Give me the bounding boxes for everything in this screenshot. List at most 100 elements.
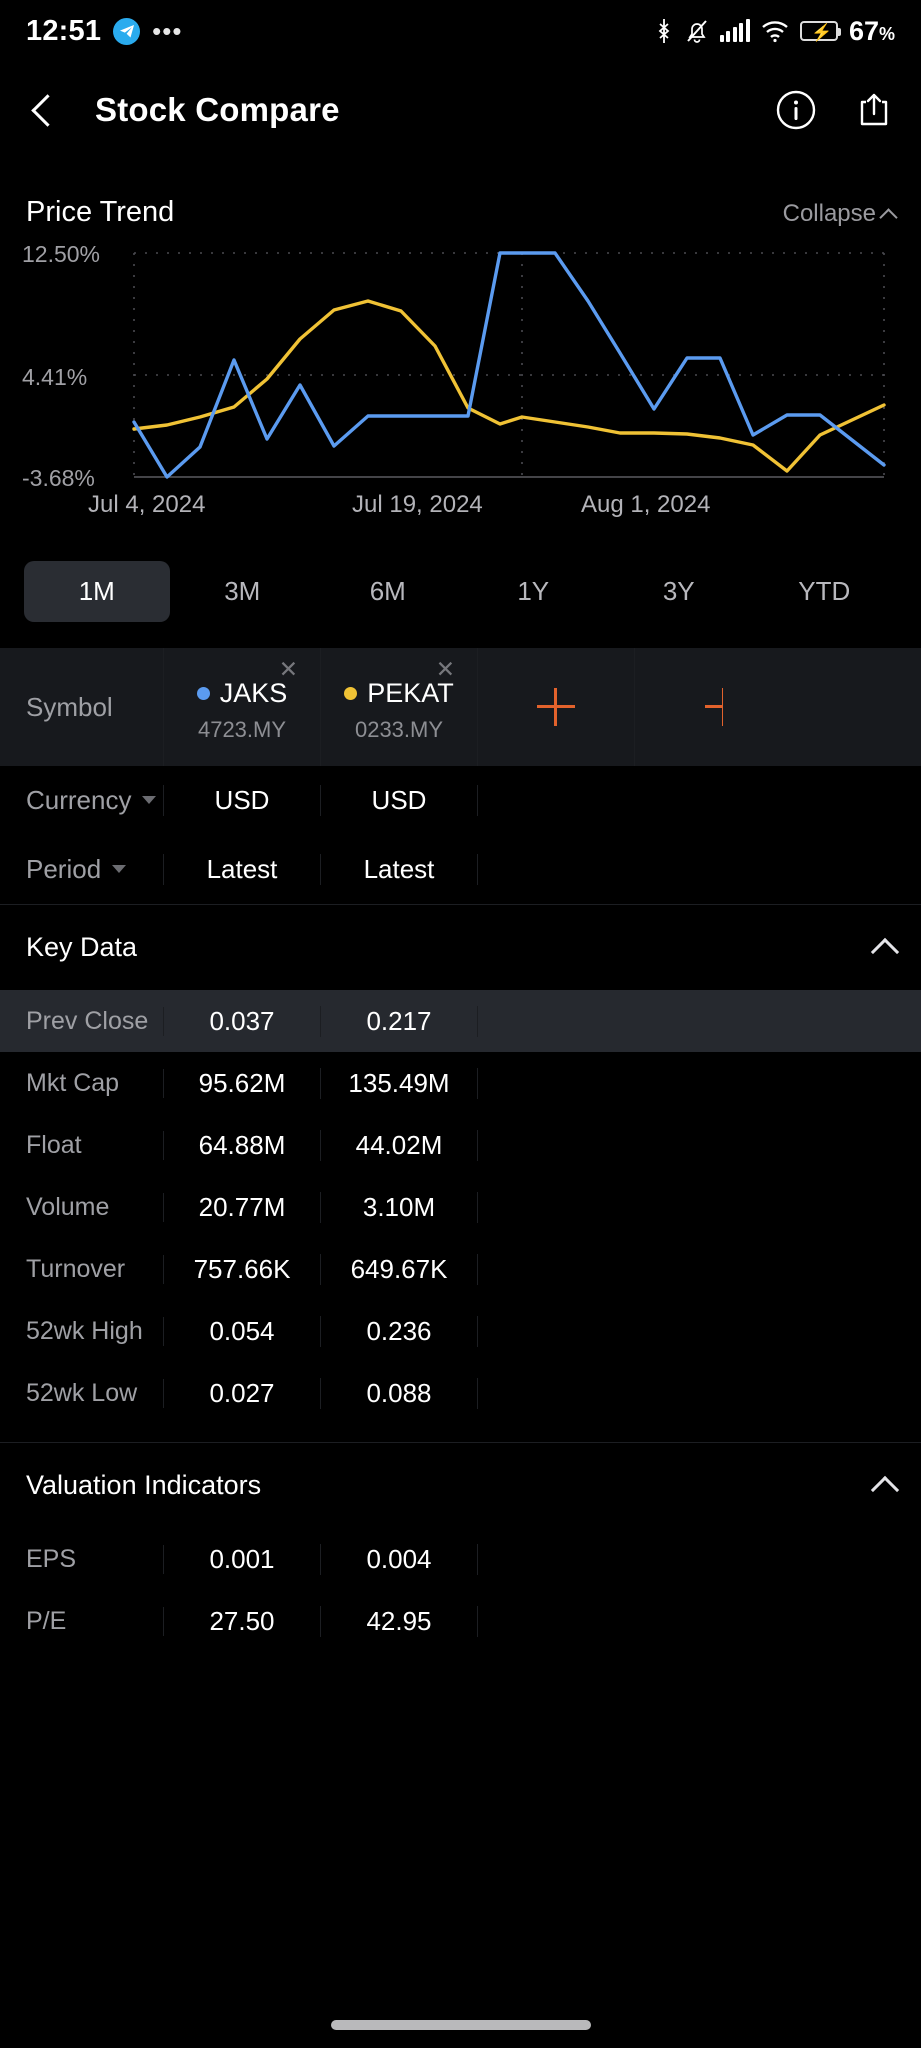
tab-3m[interactable]: 3M: [170, 561, 316, 622]
x-axis-tick-0: Jul 4, 2024: [88, 491, 206, 518]
gesture-bar[interactable]: [330, 2020, 591, 2030]
tab-6m[interactable]: 6M: [315, 561, 461, 622]
section-title-valuation-indicators: Valuation Indicators: [26, 1470, 262, 1500]
table-row[interactable]: 52wk High 0.054 0.236: [0, 1300, 921, 1362]
chevron-up-icon: [879, 207, 898, 227]
row-value-jaks: 95.62M: [164, 1067, 321, 1099]
currency-dropdown[interactable]: Currency: [0, 784, 164, 816]
status-bar-left: 12:51 •••: [26, 15, 182, 48]
series-color-dot-jaks: [196, 686, 210, 700]
collapse-toggle[interactable]: Collapse: [782, 200, 898, 228]
app-bar-actions: [775, 89, 895, 131]
row-value-jaks: 20.77M: [164, 1191, 321, 1223]
tab-3y[interactable]: 3Y: [606, 561, 752, 622]
row-label: Float: [0, 1130, 164, 1160]
notification-overflow-icon: •••: [152, 15, 183, 46]
row-label: 52wk Low: [0, 1378, 164, 1408]
row-value-jaks: 0.037: [164, 1005, 321, 1037]
section-header-valuation-indicators[interactable]: Valuation Indicators: [0, 1442, 921, 1528]
period-dropdown[interactable]: Period: [0, 853, 164, 885]
period-value-jaks: Latest: [164, 853, 321, 885]
table-row[interactable]: 52wk Low 0.027 0.088: [0, 1362, 921, 1424]
currency-row: Currency USD USD: [0, 766, 921, 834]
battery-charging-icon: ⚡: [799, 21, 841, 42]
row-value-jaks: 64.88M: [164, 1129, 321, 1161]
remove-symbol-jaks-icon[interactable]: ✕: [279, 658, 298, 681]
back-chevron-icon[interactable]: [26, 93, 60, 127]
table-row[interactable]: Mkt Cap 95.62M 135.49M: [0, 1052, 921, 1114]
period-tabs: 1M 3M 6M 1Y 3Y YTD: [0, 539, 921, 648]
row-label: Prev Close: [0, 1006, 164, 1036]
period-label: Period: [26, 853, 102, 884]
section-title-key-data: Key Data: [26, 932, 138, 962]
tab-1m[interactable]: 1M: [24, 561, 170, 622]
table-row[interactable]: Volume 20.77M 3.10M: [0, 1176, 921, 1238]
currency-value-pekat: USD: [321, 784, 478, 816]
row-value-pekat: 0.236: [321, 1315, 478, 1347]
row-label: EPS: [0, 1544, 164, 1574]
symbol-name-pekat: PEKAT: [344, 678, 454, 709]
chevron-up-icon-valuation[interactable]: [870, 1475, 900, 1504]
row-value-pekat: 0.088: [321, 1377, 478, 1409]
chart-plot-area: [132, 251, 886, 479]
row-label: P/E: [0, 1606, 164, 1636]
row-value-jaks: 27.50: [164, 1605, 321, 1637]
row-value-jaks: 0.054: [164, 1315, 321, 1347]
table-row[interactable]: P/E 27.50 42.95: [0, 1590, 921, 1652]
currency-value-jaks: USD: [164, 784, 321, 816]
plus-icon-partial: [704, 688, 723, 726]
row-value-pekat: 44.02M: [321, 1129, 478, 1161]
symbol-name-jaks: JAKS: [196, 678, 287, 709]
plus-icon: [537, 688, 575, 726]
period-row: Period Latest Latest: [0, 834, 921, 904]
row-label: Mkt Cap: [0, 1068, 164, 1098]
info-circle-icon[interactable]: [775, 89, 817, 131]
status-time: 12:51: [26, 14, 102, 47]
bell-muted-icon: [685, 18, 709, 44]
add-symbol-button[interactable]: [478, 648, 635, 766]
page-title: Stock Compare: [95, 91, 340, 128]
tab-ytd[interactable]: YTD: [752, 561, 898, 622]
row-label: 52wk High: [0, 1316, 164, 1346]
price-trend-title: Price Trend: [26, 196, 175, 228]
section-header-key-data[interactable]: Key Data: [0, 904, 921, 990]
period-value-pekat: Latest: [321, 853, 478, 885]
tab-1y[interactable]: 1Y: [461, 561, 607, 622]
row-value-pekat: 0.217: [321, 1005, 478, 1037]
share-icon[interactable]: [853, 89, 895, 131]
telegram-icon: [113, 17, 141, 45]
symbol-code-pekat: 0233.MY: [354, 716, 444, 742]
symbol-row: Symbol ✕ JAKS 4723.MY ✕ PEKAT 0233.MY: [0, 648, 921, 766]
row-label: Volume: [0, 1192, 164, 1222]
currency-label: Currency: [26, 784, 132, 815]
row-value-jaks: 757.66K: [164, 1253, 321, 1285]
row-value-pekat: 3.10M: [321, 1191, 478, 1223]
x-axis-tick-2: Aug 1, 2024: [581, 491, 711, 518]
symbol-code-jaks: 4723.MY: [197, 716, 287, 742]
app-bar: Stock Compare: [0, 62, 921, 158]
row-value-pekat: 0.004: [321, 1543, 478, 1575]
bluetooth-icon: [654, 18, 674, 44]
price-trend-header: Price Trend Collapse: [0, 158, 921, 229]
cellular-signal-icon: [719, 19, 750, 42]
table-row[interactable]: Float 64.88M 44.02M: [0, 1114, 921, 1176]
status-bar-right: ⚡ 67%: [654, 16, 895, 47]
table-row[interactable]: Prev Close 0.037 0.217: [0, 990, 921, 1052]
wifi-icon: [761, 19, 789, 43]
chevron-up-icon-key-data[interactable]: [870, 937, 900, 966]
add-symbol-button-next[interactable]: [635, 648, 792, 766]
symbol-column-jaks[interactable]: ✕ JAKS 4723.MY: [164, 648, 321, 766]
chevron-down-icon: [142, 796, 157, 804]
symbol-row-label: Symbol: [0, 648, 164, 766]
row-value-jaks: 0.027: [164, 1377, 321, 1409]
symbol-column-pekat[interactable]: ✕ PEKAT 0233.MY: [321, 648, 478, 766]
chevron-down-icon: [112, 865, 127, 873]
row-value-jaks: 0.001: [164, 1543, 321, 1575]
price-trend-chart[interactable]: 12.50% 4.41% -3.68% Jul 4, 2024 Jul 19, …: [0, 239, 921, 539]
status-bar: 12:51 ••• ⚡ 67%: [0, 0, 921, 62]
table-row[interactable]: Turnover 757.66K 649.67K: [0, 1238, 921, 1300]
collapse-label: Collapse: [782, 200, 876, 227]
table-row[interactable]: EPS 0.001 0.004: [0, 1528, 921, 1590]
row-value-pekat: 135.49M: [321, 1067, 478, 1099]
remove-symbol-pekat-icon[interactable]: ✕: [436, 658, 455, 681]
